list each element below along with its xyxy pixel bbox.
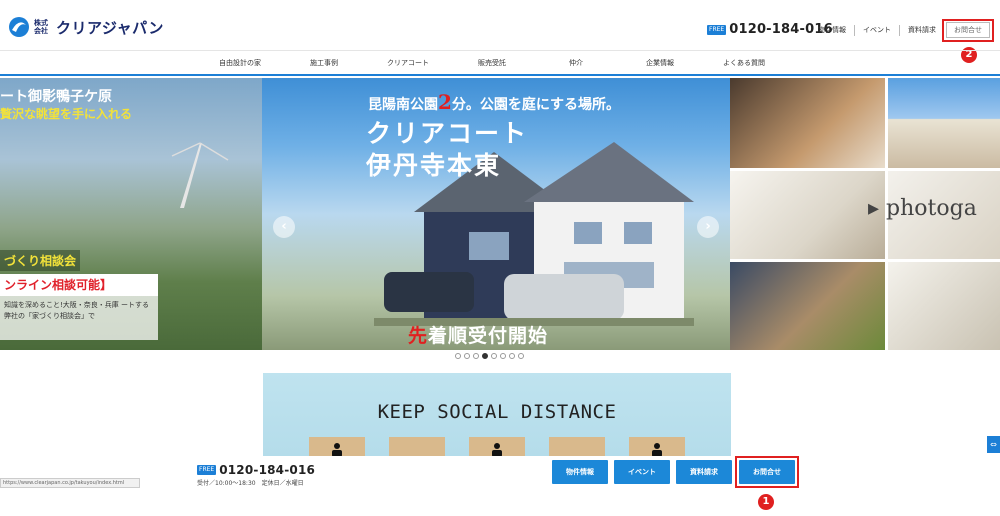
slide-bottom-rest: 着順受付開始 <box>428 325 549 347</box>
header-link-brochure[interactable]: 資料請求 <box>899 25 944 36</box>
footer-business-hours: 受付／10:00〜18:30 定休日／水曜日 <box>197 480 304 487</box>
footer-events-button[interactable]: イベント <box>614 460 670 484</box>
company-logo[interactable]: 株式会社 クリアジャパン <box>8 16 164 38</box>
header-link-events[interactable]: イベント <box>854 25 899 36</box>
header-links: 物件情報 イベント 資料請求 <box>810 25 944 36</box>
main-nav: 自由設計の家 施工事例 クリアコート 販売受託 仲介 企業情報 よくある質問 <box>0 50 1000 76</box>
photo-tile-house <box>888 78 1000 168</box>
footer-properties-button[interactable]: 物件情報 <box>552 460 608 484</box>
nav-item-faq[interactable]: よくある質問 <box>702 58 786 68</box>
highlight-box-2 <box>942 19 994 42</box>
slider-dot[interactable] <box>518 353 524 359</box>
slider-dot[interactable] <box>491 353 497 359</box>
nav-item-brokerage[interactable]: 仲介 <box>534 58 618 68</box>
slide-tagline-post: 分。公園を庭にする場所。 <box>451 97 621 113</box>
slider-dot[interactable] <box>464 353 470 359</box>
nav-item-company[interactable]: 企業情報 <box>618 58 702 68</box>
nav-divider <box>0 50 1000 51</box>
slide-next-preview[interactable]: ▸ photoga <box>730 78 1000 350</box>
footer-phone[interactable]: FREE 0120-184-016 <box>197 463 315 477</box>
slider-dot[interactable] <box>509 353 515 359</box>
hero-slider: ート御影鴨子ケ原 贅沢な眺望を手に入れる づくり相談会 ンライン相談可能】 知識… <box>0 78 1000 350</box>
fixed-footer-bar: FREE 0120-184-016 受付／10:00〜18:30 定休日／水曜日 <box>0 456 1000 490</box>
person-icon <box>492 443 502 457</box>
photo-tile-balcony <box>730 262 885 350</box>
site-header: 株式会社 クリアジャパン FREE 0120-184-016 物件情報 イベント… <box>0 0 1000 50</box>
slider-dot[interactable] <box>455 353 461 359</box>
logo-company-name: クリアジャパン <box>56 18 164 37</box>
status-bar-url: https://www.clearjapan.co.jp/takuyou/ind… <box>0 478 140 488</box>
slide-prev-desc: 知識を深めること!大阪・奈良・兵庫 ートする弊社の「家づくり相談会」で <box>0 296 158 340</box>
slide-current[interactable]: 昆陽南公園2分。公園を庭にする場所。 クリアコート 伊丹寺本東 先着順受付開始 … <box>262 78 730 350</box>
banner-text: KEEP SOCIAL DISTANCE <box>377 401 617 423</box>
header-link-properties[interactable]: 物件情報 <box>810 25 854 36</box>
footer-free-dial-icon: FREE <box>197 465 217 475</box>
slide-title-line2: 伊丹寺本東 <box>366 151 502 180</box>
nav-item-works[interactable]: 施工事例 <box>282 58 366 68</box>
photo-tile-interior <box>888 262 1000 350</box>
footer-phone-number: 0120-184-016 <box>219 463 316 477</box>
photo-tile-living <box>730 171 885 259</box>
person-icon <box>652 443 662 457</box>
nav-item-clear-court[interactable]: クリアコート <box>366 58 450 68</box>
slide-tagline: 昆陽南公園2分。公園を庭にする場所。 <box>368 90 620 114</box>
slider-dot[interactable] <box>473 353 479 359</box>
photo-gallery-label: ▸ photoga <box>868 196 977 221</box>
logo-company-type: 株式会社 <box>34 19 48 35</box>
slider-dot[interactable] <box>500 353 506 359</box>
crane-image <box>171 142 229 208</box>
wood-block <box>389 437 445 458</box>
slider-dot[interactable] <box>482 353 488 359</box>
slide-tagline-pre: 昆陽南公園 <box>368 97 438 113</box>
logo-icon <box>9 17 29 37</box>
person-icon <box>332 443 342 457</box>
slide-tagline-minutes: 2 <box>438 90 452 114</box>
slide-prev-online: ンライン相談可能】 <box>0 274 158 296</box>
photo-tile-kitchen <box>730 78 885 168</box>
side-scroll-icon[interactable]: ⇔ <box>987 436 1000 453</box>
nav-item-sales[interactable]: 販売受託 <box>450 58 534 68</box>
nav-item-custom-home[interactable]: 自由設計の家 <box>198 58 282 68</box>
slide-bottom-caption: 先着順受付開始 <box>408 321 548 348</box>
slide-prev-title: ート御影鴨子ケ原 <box>0 89 112 105</box>
footer-brochure-button[interactable]: 資料請求 <box>676 460 732 484</box>
social-distance-banner[interactable]: KEEP SOCIAL DISTANCE <box>263 373 731 458</box>
free-dial-icon: FREE <box>707 24 727 35</box>
highlight-box-1 <box>735 456 799 488</box>
slider-next-arrow-icon[interactable]: › <box>697 216 719 238</box>
slide-prev-subtitle: 贅沢な眺望を手に入れる <box>0 107 133 121</box>
slider-prev-arrow-icon[interactable]: ‹ <box>273 216 295 238</box>
slide-prev-preview[interactable]: ート御影鴨子ケ原 贅沢な眺望を手に入れる づくり相談会 ンライン相談可能】 知識… <box>0 78 262 350</box>
slide-prev-badge: づくり相談会 <box>0 250 81 271</box>
slider-dots <box>455 353 524 359</box>
wood-block <box>549 437 605 458</box>
slide-title-line1: クリアコート <box>366 119 529 148</box>
annotation-badge-1: 1 <box>758 494 774 510</box>
slide-bottom-red: 先 <box>408 325 429 347</box>
